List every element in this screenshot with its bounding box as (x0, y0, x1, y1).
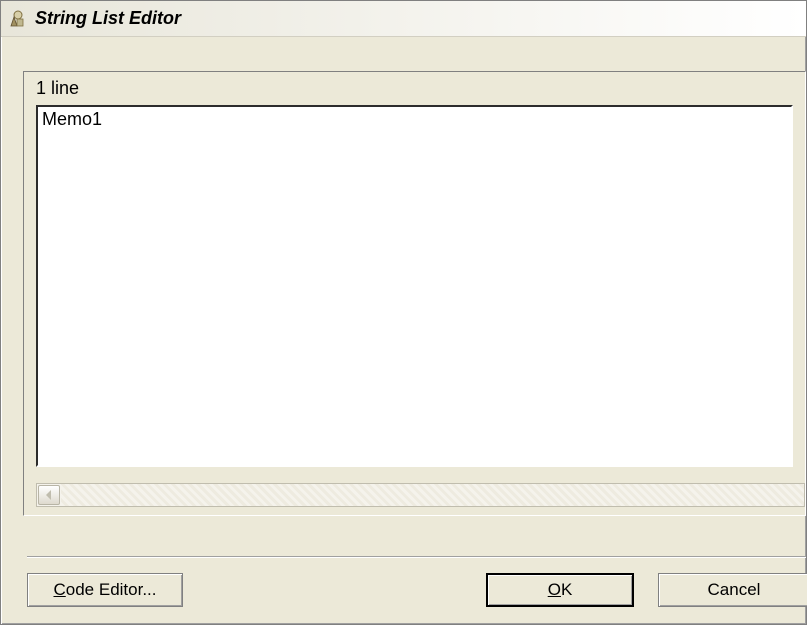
line-count-label: 1 line (36, 78, 793, 99)
window-title: String List Editor (35, 8, 181, 29)
dialog-window: String List Editor 1 line Code Editor... (0, 0, 807, 625)
scroll-left-button[interactable] (38, 485, 60, 505)
button-bar: Code Editor... OK Cancel (27, 557, 806, 609)
ok-button[interactable]: OK (486, 573, 634, 607)
title-bar[interactable]: String List Editor (1, 1, 806, 37)
memo-textarea[interactable] (36, 105, 793, 467)
app-icon (7, 8, 29, 30)
memo-wrap (36, 105, 793, 467)
mnemonic-o: O (548, 580, 561, 599)
cancel-button[interactable]: Cancel (658, 573, 807, 607)
horizontal-scrollbar[interactable] (36, 483, 805, 507)
code-editor-label-rest: ode Editor... (66, 580, 157, 599)
client-area: 1 line Code Editor... OK (7, 61, 806, 609)
chevron-left-icon (45, 490, 53, 500)
code-editor-button[interactable]: Code Editor... (27, 573, 183, 607)
mnemonic-c: C (53, 580, 65, 599)
scroll-track[interactable] (61, 484, 804, 506)
cancel-label: Cancel (708, 580, 761, 600)
content-panel: 1 line (23, 71, 806, 516)
ok-label-rest: K (561, 580, 572, 599)
